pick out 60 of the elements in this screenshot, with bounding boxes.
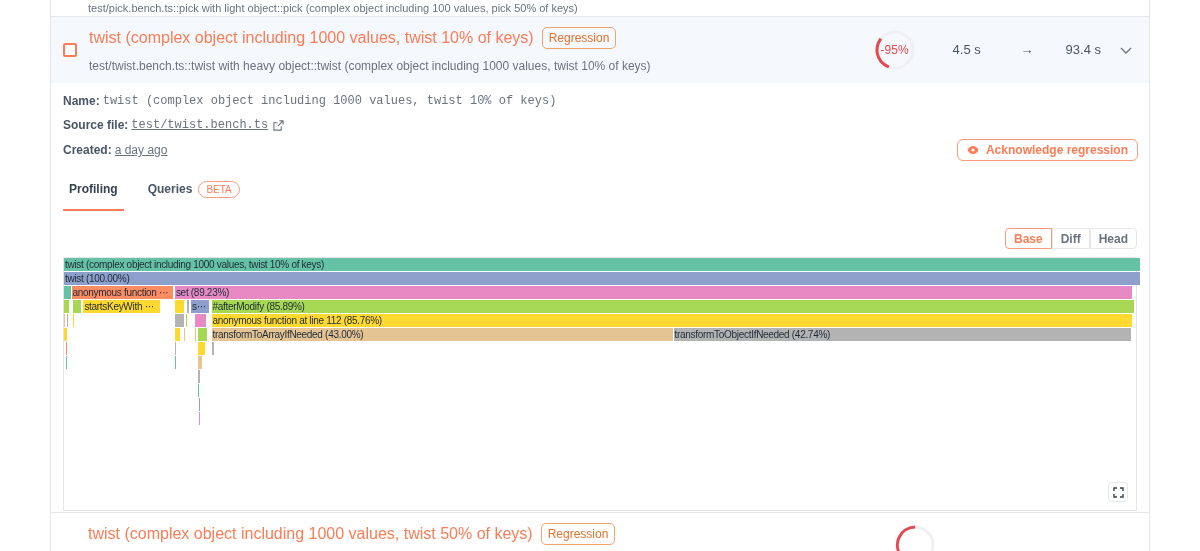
regression-badge: Regression [540, 523, 616, 545]
flame-frame[interactable] [186, 300, 190, 313]
flame-frame[interactable] [197, 370, 201, 383]
flame-frame[interactable] [198, 412, 201, 425]
flame-frame[interactable] [174, 356, 177, 369]
flame-frame[interactable] [197, 384, 200, 397]
flame-frame[interactable]: set (89.23%) [174, 286, 1134, 299]
flame-frame[interactable] [195, 314, 208, 327]
flame-frame[interactable] [197, 328, 209, 341]
head-time: 93.4 s [1065, 41, 1101, 60]
arrow-text: → [1020, 41, 1034, 60]
flame-frame[interactable] [174, 314, 185, 327]
flame-frame[interactable]: twist (complex object including 1000 values, twist 10% of keys) [64, 258, 1141, 271]
flame-frame[interactable]: s··· [191, 300, 211, 313]
base-time: 4.5 s [952, 41, 982, 60]
flame-frame[interactable] [67, 314, 70, 327]
created-label: Created: [63, 142, 112, 159]
flame-frame[interactable]: startsKeyWith ··· [83, 300, 161, 313]
source-link[interactable]: test/twist.bench.ts [131, 116, 269, 134]
source-label: Source file: [63, 117, 129, 134]
change-percent: -95% [879, 42, 910, 59]
flame-frame[interactable] [72, 300, 83, 313]
flame-frame[interactable]: transformToArrayIfNeeded (43.00%) [211, 328, 674, 341]
flame-frame[interactable] [64, 286, 72, 299]
flame-frame[interactable]: anonymous function at line 112 (85.76%) [211, 314, 1134, 327]
flame-frame[interactable]: twist (100.00%) [64, 272, 1141, 285]
view-toggle[interactable]: Diff [1051, 228, 1090, 249]
benchmark-name: twist (complex object including 1000 values, twist 10% of keys) [102, 93, 557, 110]
tab[interactable]: Queries BETA [141, 175, 246, 211]
flame-frame[interactable] [198, 398, 201, 411]
flame-frame[interactable] [66, 342, 69, 355]
flame-frame[interactable] [174, 328, 182, 341]
eye-icon [966, 145, 979, 155]
checkbox[interactable] [63, 43, 77, 57]
flame-frame[interactable] [174, 300, 185, 313]
benchmark-path: test/twist.bench.ts::twist with heavy object::twist (complex object including 1000 values, twist 10% of keys) [89, 57, 652, 75]
flame-frame[interactable] [183, 328, 186, 341]
flame-frame[interactable] [197, 342, 207, 355]
flame-frame[interactable] [211, 342, 215, 355]
flame-frame[interactable] [66, 356, 69, 369]
view-toggle[interactable]: Head [1089, 228, 1137, 249]
flame-frame[interactable] [64, 328, 69, 341]
tab[interactable]: Profiling [63, 175, 124, 211]
flame-frame[interactable] [185, 314, 188, 327]
created-link[interactable]: a day ago [114, 141, 168, 159]
flame-frame[interactable] [174, 342, 178, 355]
regression-badge: Regression [541, 26, 617, 49]
flame-frame[interactable] [72, 314, 75, 327]
expand-icon [1112, 486, 1124, 498]
external-link-icon[interactable] [273, 119, 285, 131]
fullscreen-button[interactable] [1108, 482, 1128, 502]
flame-frame[interactable]: transformToObjectIfNeeded (42.74%) [673, 328, 1133, 341]
flame-frame[interactable]: #afterModify (85.89%) [211, 300, 1135, 313]
flame-frame[interactable] [197, 356, 203, 369]
name-label: Name: [63, 93, 100, 110]
benchmark-path: test/pick.bench.ts::pick with light object::pick (complex object including 100 values, pick 50% of keys) [88, 1, 578, 15]
flame-frame[interactable]: anonymous function ··· [71, 286, 174, 299]
flame-frame[interactable] [195, 328, 198, 341]
flame-frame[interactable] [64, 314, 67, 327]
flame-frame[interactable] [64, 300, 71, 313]
